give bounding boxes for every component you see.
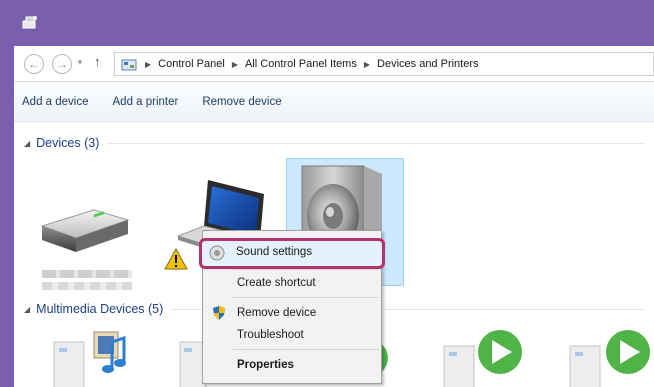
- breadcrumb-separator-icon[interactable]: ▶: [364, 60, 370, 69]
- sound-settings-menu-item[interactable]: Sound settings: [199, 238, 385, 269]
- explorer-client-area: ← → ▼ ↑ ▶ Control Panel ▶ All Control Pa…: [14, 46, 654, 387]
- device-label-redacted: [42, 270, 132, 278]
- media-device-music-icon[interactable]: [50, 328, 130, 387]
- remove-device-button[interactable]: Remove device: [202, 96, 281, 108]
- command-bar: Add a device Add a printer Remove device: [14, 82, 654, 122]
- media-player-icon[interactable]: [440, 330, 530, 387]
- collapse-triangle-icon[interactable]: ◢: [24, 305, 30, 314]
- shield-icon: [213, 306, 225, 320]
- devices-and-printers-window: ← → ▼ ↑ ▶ Control Panel ▶ All Control Pa…: [0, 0, 654, 387]
- create-shortcut-menu-item[interactable]: Create shortcut: [203, 271, 381, 295]
- forward-arrow-icon[interactable]: →: [52, 54, 72, 74]
- media-player-icon[interactable]: [566, 330, 654, 387]
- group-divider: [107, 142, 644, 144]
- remove-device-label: Remove device: [237, 307, 317, 319]
- menu-separator: [233, 269, 379, 270]
- menu-separator: [233, 297, 379, 298]
- control-panel-icon: [121, 59, 137, 71]
- back-arrow-icon[interactable]: ←: [24, 54, 44, 74]
- breadcrumb-control-panel[interactable]: Control Panel: [158, 58, 225, 70]
- recent-locations-chevron-down-icon[interactable]: ▼: [76, 58, 84, 67]
- troubleshoot-menu-item[interactable]: Troubleshoot: [203, 323, 381, 347]
- device-hard-drive[interactable]: [34, 196, 134, 266]
- add-printer-button[interactable]: Add a printer: [113, 96, 179, 108]
- collapse-triangle-icon[interactable]: ◢: [24, 139, 30, 148]
- breadcrumb-all-control-panel-items[interactable]: All Control Panel Items: [245, 58, 357, 70]
- create-shortcut-label: Create shortcut: [237, 277, 316, 289]
- devices-group-label: Devices (3): [36, 136, 100, 150]
- sound-settings-label: Sound settings: [236, 246, 313, 258]
- devices-group-header[interactable]: ◢ Devices (3): [24, 136, 644, 150]
- device-label-redacted: [42, 282, 132, 290]
- address-field[interactable]: ▶ Control Panel ▶ All Control Panel Item…: [114, 52, 654, 76]
- devices-printers-icon: [22, 16, 37, 29]
- breadcrumb-separator-icon[interactable]: ▶: [232, 60, 238, 69]
- add-device-button[interactable]: Add a device: [22, 96, 89, 108]
- troubleshoot-label: Troubleshoot: [237, 329, 304, 341]
- breadcrumb-separator-icon: ▶: [145, 59, 152, 69]
- properties-menu-item[interactable]: Properties: [203, 353, 381, 377]
- hard-drive-icon: [40, 209, 130, 252]
- menu-separator: [233, 349, 379, 350]
- multimedia-group-label: Multimedia Devices (5): [36, 302, 164, 316]
- up-arrow-icon[interactable]: ↑: [94, 54, 101, 69]
- sound-settings-icon: [209, 245, 225, 261]
- breadcrumb-devices-and-printers[interactable]: Devices and Printers: [377, 58, 479, 70]
- title-bar: [0, 0, 654, 46]
- address-bar: ← → ▼ ↑ ▶ Control Panel ▶ All Control Pa…: [14, 46, 654, 82]
- properties-label: Properties: [237, 359, 294, 371]
- warning-icon: [164, 248, 188, 270]
- remove-device-menu-item[interactable]: Remove device: [203, 301, 381, 325]
